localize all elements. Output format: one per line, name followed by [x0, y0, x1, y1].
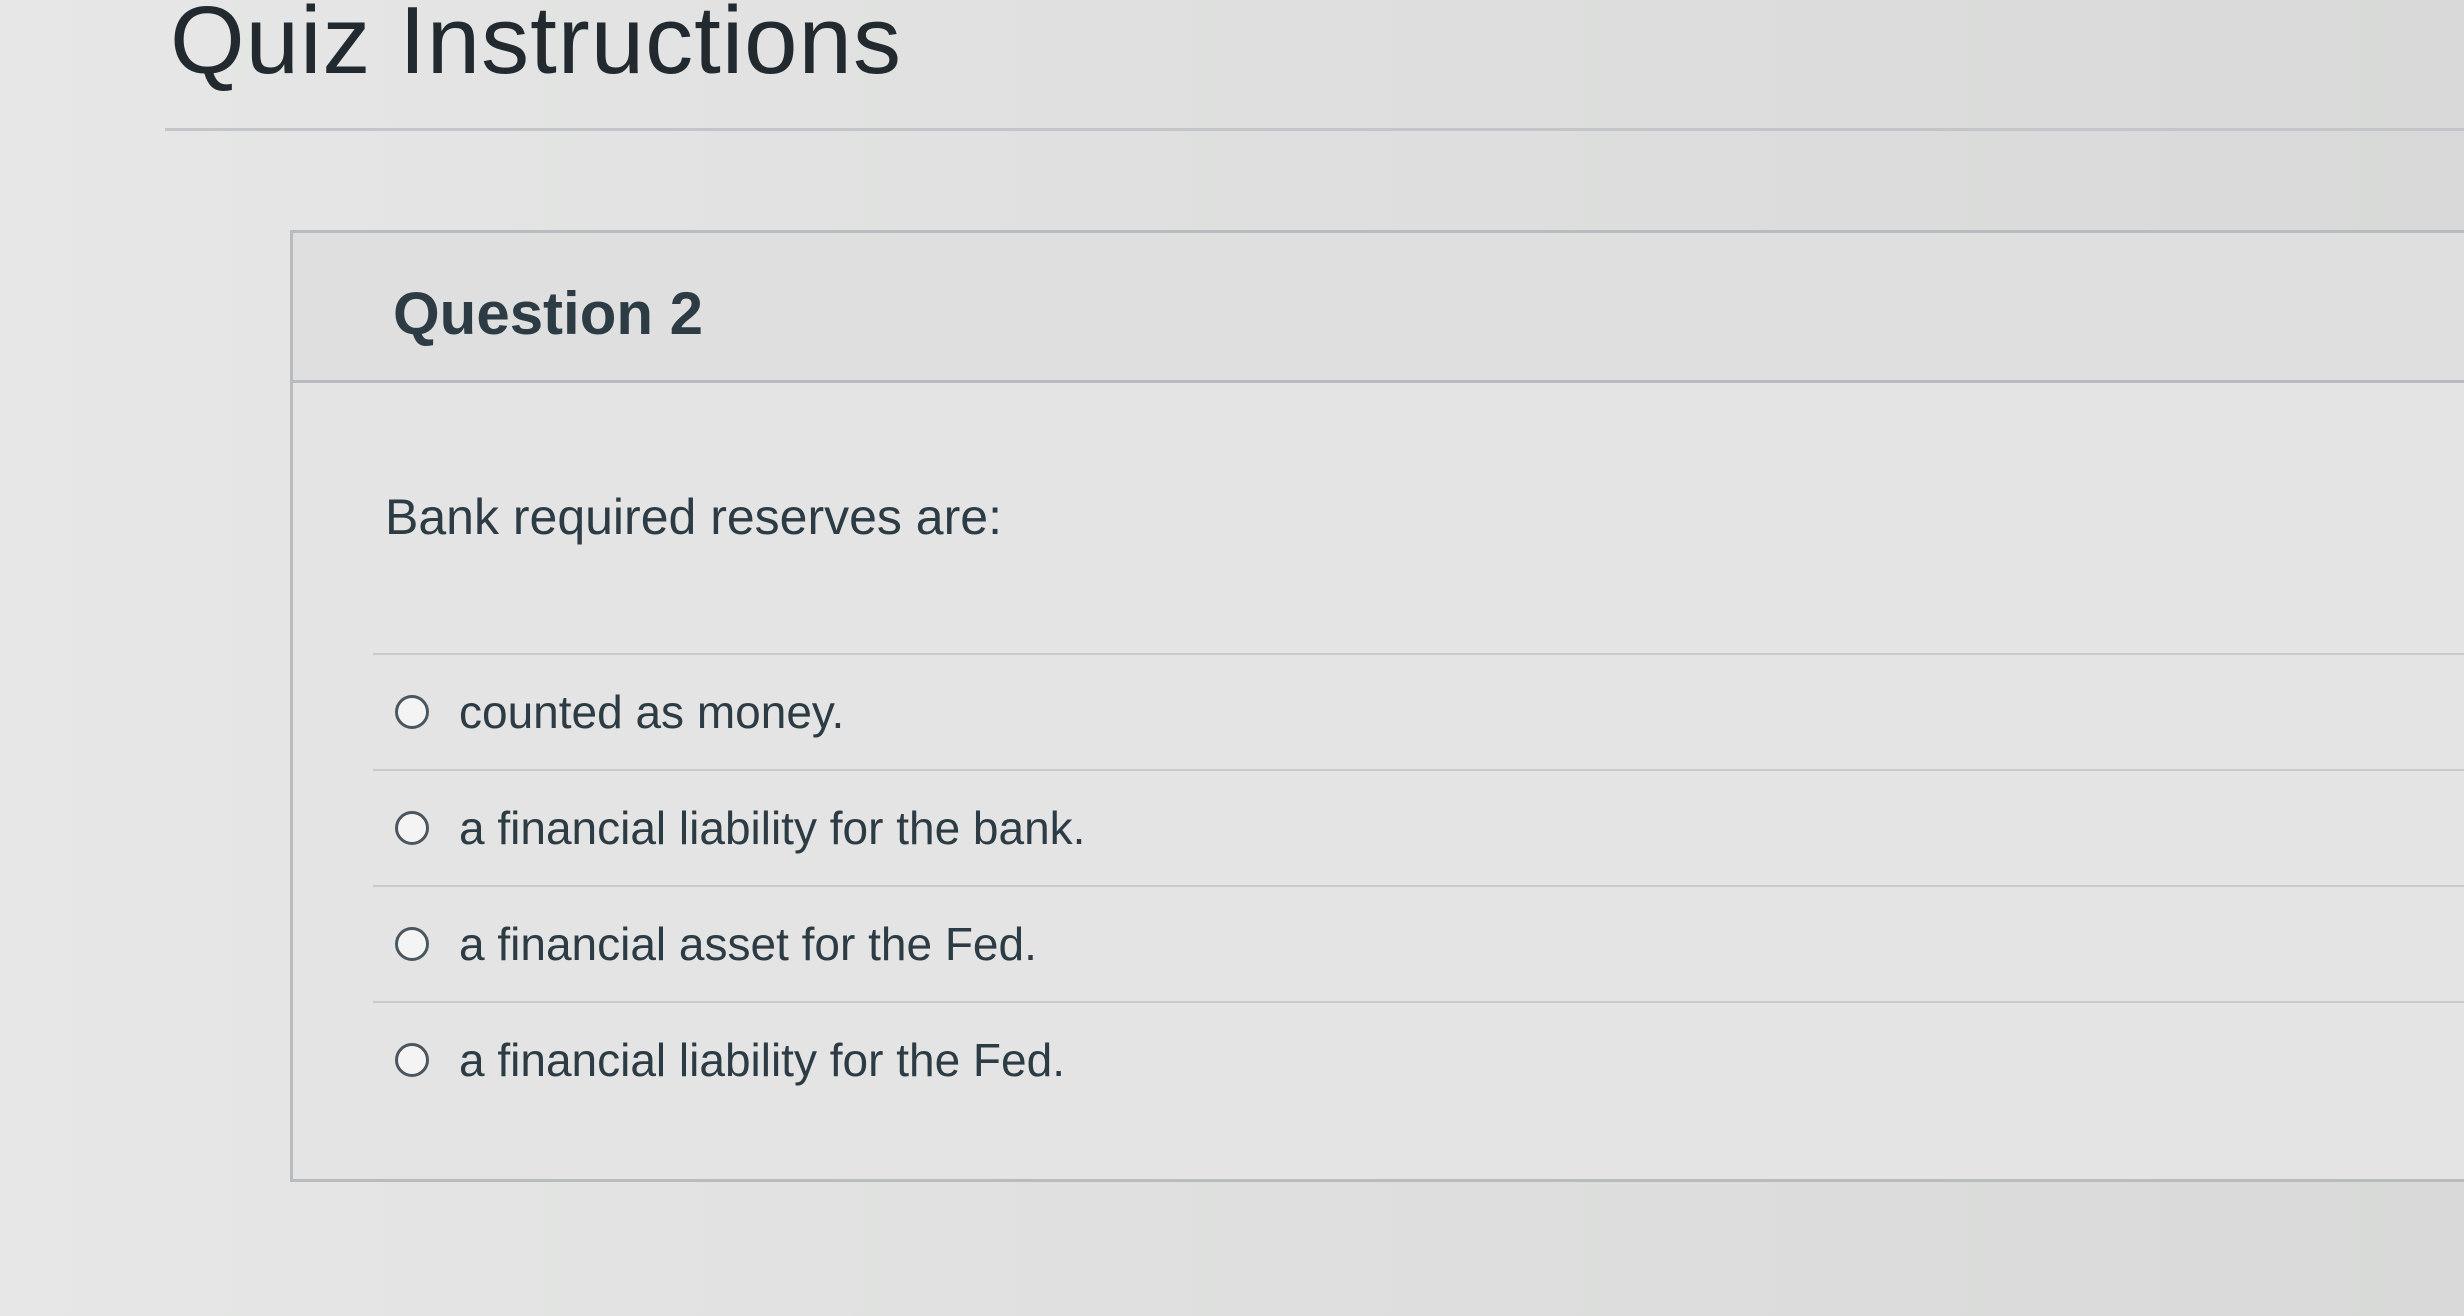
page-title: Quiz Instructions — [170, 0, 902, 94]
question-prompt: Bank required reserves are: — [385, 489, 1002, 545]
title-divider — [165, 128, 2464, 131]
answer-option-1[interactable]: counted as money. — [373, 653, 2464, 769]
answer-label: a financial liability for the Fed. — [459, 1034, 1065, 1086]
answer-list: counted as money. a financial liability … — [373, 653, 2464, 1117]
question-header: Question 2 — [293, 233, 2464, 383]
radio-button-icon[interactable] — [395, 1043, 429, 1077]
answer-label: counted as money. — [459, 686, 845, 738]
radio-button-icon[interactable] — [395, 695, 429, 729]
question-card: Question 2 Bank required reserves are: c… — [290, 230, 2464, 1182]
answer-option-3[interactable]: a financial asset for the Fed. — [373, 885, 2464, 1001]
radio-button-icon[interactable] — [395, 811, 429, 845]
answer-option-4[interactable]: a financial liability for the Fed. — [373, 1001, 2464, 1117]
quiz-page: Quiz Instructions Question 2 Bank requir… — [0, 0, 2464, 1316]
answer-label: a financial liability for the bank. — [459, 802, 1086, 854]
answer-option-2[interactable]: a financial liability for the bank. — [373, 769, 2464, 885]
answer-label: a financial asset for the Fed. — [459, 918, 1037, 970]
radio-button-icon[interactable] — [395, 927, 429, 961]
question-number: Question 2 — [393, 280, 704, 347]
